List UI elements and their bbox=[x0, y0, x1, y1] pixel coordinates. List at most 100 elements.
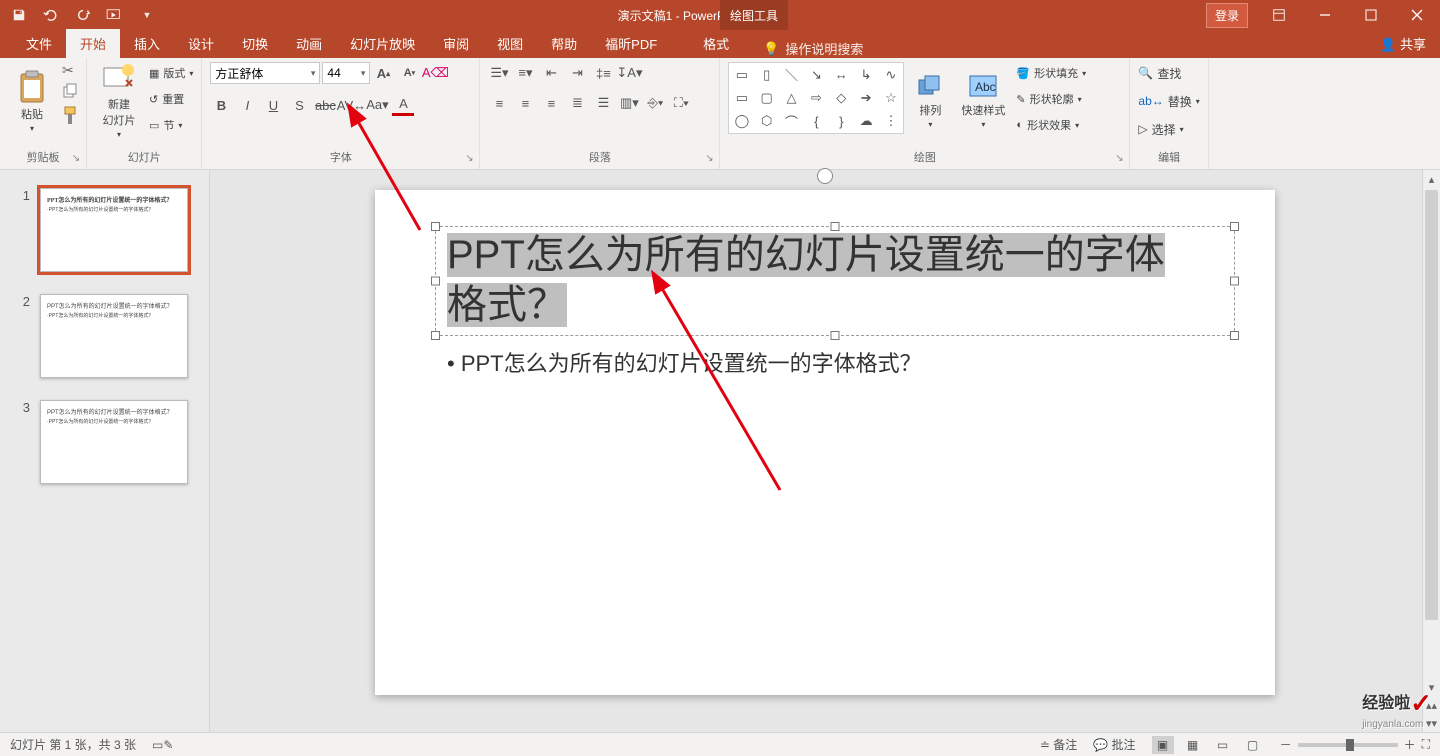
shadow-icon[interactable]: S bbox=[288, 94, 310, 116]
shape-outline-button[interactable]: ✎形状轮廓▾ bbox=[1016, 88, 1086, 110]
shape-arrow-line-icon[interactable]: ↘ bbox=[804, 63, 829, 86]
fit-to-window-icon[interactable]: ⛶ bbox=[1422, 737, 1430, 752]
redo-icon[interactable] bbox=[74, 6, 92, 24]
ribbon-options-icon[interactable] bbox=[1256, 0, 1302, 30]
decrease-indent-icon[interactable]: ⇤ bbox=[540, 62, 562, 84]
new-slide-button[interactable]: 新建 幻灯片▾ bbox=[95, 62, 143, 140]
tab-design[interactable]: 设计 bbox=[174, 29, 228, 58]
dialog-launcher-icon[interactable]: ↘ bbox=[703, 153, 715, 165]
vertical-scrollbar[interactable]: ▴ ▾ ▴▴ ▾▾ bbox=[1422, 170, 1440, 732]
shape-arrow-icon[interactable]: ➔ bbox=[854, 86, 879, 109]
shape-diamond-icon[interactable]: ◇ bbox=[829, 86, 854, 109]
resize-handle[interactable] bbox=[1230, 277, 1239, 286]
align-text-icon[interactable]: ⎆▾ bbox=[644, 92, 666, 114]
increase-font-icon[interactable]: A▴ bbox=[372, 62, 394, 84]
maximize-icon[interactable] bbox=[1348, 0, 1394, 30]
shape-curve-icon[interactable]: ∿ bbox=[879, 63, 904, 86]
save-icon[interactable] bbox=[10, 6, 28, 24]
tab-transition[interactable]: 切换 bbox=[228, 29, 282, 58]
align-left-icon[interactable]: ≡ bbox=[488, 92, 510, 114]
columns-icon[interactable]: ▥▾ bbox=[618, 92, 640, 114]
section-button[interactable]: ▭节▾ bbox=[149, 114, 193, 136]
resize-handle[interactable] bbox=[831, 331, 840, 340]
shape-brace-r-icon[interactable]: } bbox=[829, 110, 854, 133]
zoom-slider-thumb[interactable] bbox=[1346, 739, 1354, 751]
shape-text-vert-icon[interactable]: ▯ bbox=[754, 63, 779, 86]
tab-file[interactable]: 文件 bbox=[12, 29, 66, 58]
zoom-slider[interactable] bbox=[1298, 743, 1398, 747]
tab-foxit-pdf[interactable]: 福昕PDF bbox=[591, 29, 671, 58]
justify-icon[interactable]: ≣ bbox=[566, 92, 588, 114]
comments-button[interactable]: 💬 批注 bbox=[1093, 736, 1135, 753]
sorter-view-icon[interactable]: ▦ bbox=[1182, 736, 1204, 754]
minimize-icon[interactable] bbox=[1302, 0, 1348, 30]
underline-icon[interactable]: U bbox=[262, 94, 284, 116]
shape-triangle-icon[interactable]: △ bbox=[779, 86, 804, 109]
dialog-launcher-icon[interactable]: ↘ bbox=[463, 153, 475, 165]
gallery-more-icon[interactable]: ⋮ bbox=[879, 110, 904, 133]
tab-animation[interactable]: 动画 bbox=[282, 29, 336, 58]
dialog-launcher-icon[interactable]: ↘ bbox=[70, 153, 82, 165]
font-size-select[interactable]: 44▾ bbox=[322, 62, 370, 84]
dialog-launcher-icon[interactable]: ↘ bbox=[1113, 153, 1125, 165]
slide-title-text[interactable]: PPT怎么为所有的幻灯片设置统一的字体格式？ bbox=[447, 230, 1215, 330]
zoom-out-icon[interactable]: － bbox=[1280, 736, 1292, 753]
paste-button[interactable]: 粘贴▾ bbox=[8, 62, 56, 140]
share-button[interactable]: 👤 共享 bbox=[1380, 34, 1426, 53]
slide-thumbnail[interactable]: PPT怎么为所有的幻灯片设置统一的字体格式？·PPT怎么为所有的幻灯片设置统一的… bbox=[40, 188, 188, 272]
shape-double-arrow-icon[interactable]: ↔ bbox=[829, 63, 854, 86]
thumbnail-row[interactable]: 3 PPT怎么为所有的幻灯片设置统一的字体格式？·PPT怎么为所有的幻灯片设置统… bbox=[0, 396, 209, 502]
notes-button[interactable]: ≐ 备注 bbox=[1040, 736, 1077, 753]
copy-icon[interactable] bbox=[62, 83, 78, 102]
replace-button[interactable]: ab↔替换▾ bbox=[1138, 90, 1199, 112]
reset-button[interactable]: ↺重置 bbox=[149, 88, 193, 110]
rotation-handle[interactable] bbox=[817, 168, 833, 184]
thumbnail-row[interactable]: 1 PPT怎么为所有的幻灯片设置统一的字体格式？·PPT怎么为所有的幻灯片设置统… bbox=[0, 184, 209, 290]
find-button[interactable]: 🔍查找 bbox=[1138, 62, 1199, 84]
undo-icon[interactable] bbox=[42, 6, 60, 24]
slide-thumbnail[interactable]: PPT怎么为所有的幻灯片设置统一的字体格式？·PPT怎么为所有的幻灯片设置统一的… bbox=[40, 400, 188, 484]
zoom-control[interactable]: － ＋ ⛶ bbox=[1280, 736, 1430, 753]
shape-callout-icon[interactable]: ☁ bbox=[854, 110, 879, 133]
scroll-up-icon[interactable]: ▴ bbox=[1423, 170, 1440, 188]
start-from-beginning-icon[interactable] bbox=[106, 6, 124, 24]
tell-me-search[interactable]: 💡 操作说明搜索 bbox=[763, 39, 863, 58]
arrange-button[interactable]: 排列▾ bbox=[910, 62, 950, 140]
login-button[interactable]: 登录 bbox=[1206, 3, 1248, 28]
clear-format-icon[interactable]: A⌫ bbox=[424, 62, 446, 84]
close-icon[interactable] bbox=[1394, 0, 1440, 30]
slide-thumbnail[interactable]: PPT怎么为所有的幻灯片设置统一的字体格式？·PPT怎么为所有的幻灯片设置统一的… bbox=[40, 294, 188, 378]
shape-rarrow-icon[interactable]: ⇨ bbox=[804, 86, 829, 109]
change-case-icon[interactable]: Aa▾ bbox=[366, 94, 388, 116]
tab-review[interactable]: 审阅 bbox=[429, 29, 483, 58]
slide-body-text[interactable]: PPT怎么为所有的幻灯片设置统一的字体格式？ bbox=[447, 346, 922, 378]
resize-handle[interactable] bbox=[1230, 331, 1239, 340]
shape-star-icon[interactable]: ☆ bbox=[879, 86, 904, 109]
shape-rect-icon[interactable]: ▭ bbox=[729, 86, 754, 109]
layout-button[interactable]: ▦版式▾ bbox=[149, 62, 193, 84]
shape-hex-icon[interactable]: ⬡ bbox=[754, 110, 779, 133]
quick-styles-button[interactable]: Abc 快速样式▾ bbox=[956, 62, 1010, 140]
slideshow-view-icon[interactable]: ▢ bbox=[1242, 736, 1264, 754]
slide-thumbnails-panel[interactable]: 1 PPT怎么为所有的幻灯片设置统一的字体格式？·PPT怎么为所有的幻灯片设置统… bbox=[0, 170, 210, 732]
shape-oval-icon[interactable]: ◯ bbox=[729, 110, 754, 133]
line-spacing-icon[interactable]: ‡≡ bbox=[592, 62, 614, 84]
normal-view-icon[interactable]: ▣ bbox=[1152, 736, 1174, 754]
increase-indent-icon[interactable]: ⇥ bbox=[566, 62, 588, 84]
reading-view-icon[interactable]: ▭ bbox=[1212, 736, 1234, 754]
char-spacing-icon[interactable]: AV↔ bbox=[340, 94, 362, 116]
strikethrough-icon[interactable]: abc bbox=[314, 94, 336, 116]
italic-icon[interactable]: I bbox=[236, 94, 258, 116]
align-center-icon[interactable]: ≡ bbox=[514, 92, 536, 114]
shape-text-box-icon[interactable]: ▭ bbox=[729, 63, 754, 86]
qat-dropdown-icon[interactable]: ▼ bbox=[138, 6, 156, 24]
smartart-icon[interactable]: ⛶▾ bbox=[670, 92, 692, 114]
align-right-icon[interactable]: ≡ bbox=[540, 92, 562, 114]
shape-arc-icon[interactable]: ⌒ bbox=[779, 110, 804, 133]
shape-line-icon[interactable]: ＼ bbox=[779, 63, 804, 86]
shape-effects-button[interactable]: ◐形状效果▾ bbox=[1016, 114, 1086, 136]
text-direction-icon[interactable]: ↧A▾ bbox=[618, 62, 640, 84]
distribute-icon[interactable]: ☰ bbox=[592, 92, 614, 114]
shapes-gallery[interactable]: ▭▯＼↘↔↳∿ ▭▢△⇨◇➔☆ ◯⬡⌒{}☁⋮ bbox=[728, 62, 904, 134]
format-painter-icon[interactable] bbox=[62, 106, 78, 129]
